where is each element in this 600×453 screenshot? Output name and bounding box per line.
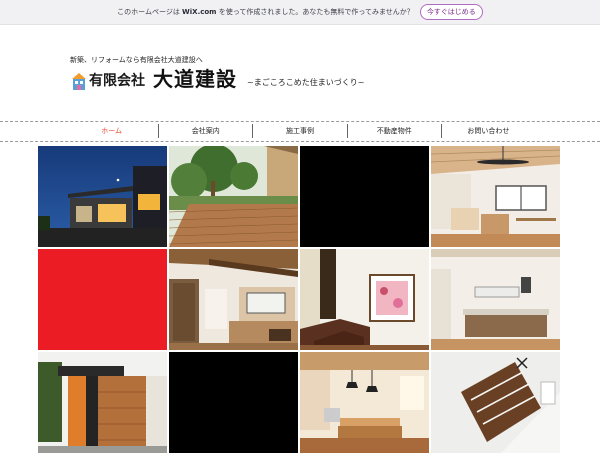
gallery-photo-placeholder-black[interactable] (300, 146, 429, 247)
nav-item-home[interactable]: ホーム (65, 124, 158, 138)
nav-item-real-estate[interactable]: 不動産物件 (346, 124, 441, 138)
nav-item-contact[interactable]: お問い合わせ (440, 124, 535, 138)
gallery-photo-placeholder-red[interactable] (38, 249, 167, 350)
gallery-photo-placeholder-black-2[interactable] (169, 352, 298, 453)
house-logo-icon (72, 73, 86, 90)
gallery-photo-beam-interior[interactable] (169, 249, 298, 350)
header-tagline: 新築、リフォームなら有限会社大道建設へ (70, 56, 203, 64)
nav-divider-bottom (0, 141, 600, 142)
main-nav: ホーム 会社案内 施工事例 不動産物件 お問い合わせ (65, 124, 535, 138)
nav-item-works[interactable]: 施工事例 (252, 124, 346, 138)
wix-promo-banner: このホームページは WiX.com を使って作成されました。あなたも無料で作って… (0, 0, 600, 25)
gallery-photo-entrance-stairs[interactable] (300, 249, 429, 350)
gallery-photo-living-room-fan[interactable] (431, 146, 560, 247)
gallery-photo-dining-pendants[interactable] (300, 352, 429, 453)
gallery-photo-kitchen[interactable] (431, 249, 560, 350)
site-logo[interactable]: 有限会社 大道建設 ~まごころこめた住まいづくり~ (72, 68, 364, 90)
company-slogan: ~まごころこめた住まいづくり~ (247, 78, 365, 87)
gallery-photo-garden-deck[interactable] (169, 146, 298, 247)
nav-item-company[interactable]: 会社案内 (158, 124, 252, 138)
gallery-photo-stair-ceiling[interactable] (431, 352, 560, 453)
wix-logo[interactable]: WiX.com (182, 8, 216, 16)
wix-promo-text: このホームページは WiX.com を使って作成されました。あなたも無料で作って… (117, 8, 414, 16)
nav-divider-top (0, 121, 600, 122)
company-name: 大道建設 (153, 67, 237, 91)
company-type: 有限会社 (89, 73, 145, 89)
gallery-photo-wood-siding-exterior[interactable] (38, 352, 167, 453)
gallery-photo-night-exterior[interactable] (38, 146, 167, 247)
start-now-button[interactable]: 今すぐはじめる (419, 4, 483, 20)
photo-gallery (38, 146, 560, 453)
